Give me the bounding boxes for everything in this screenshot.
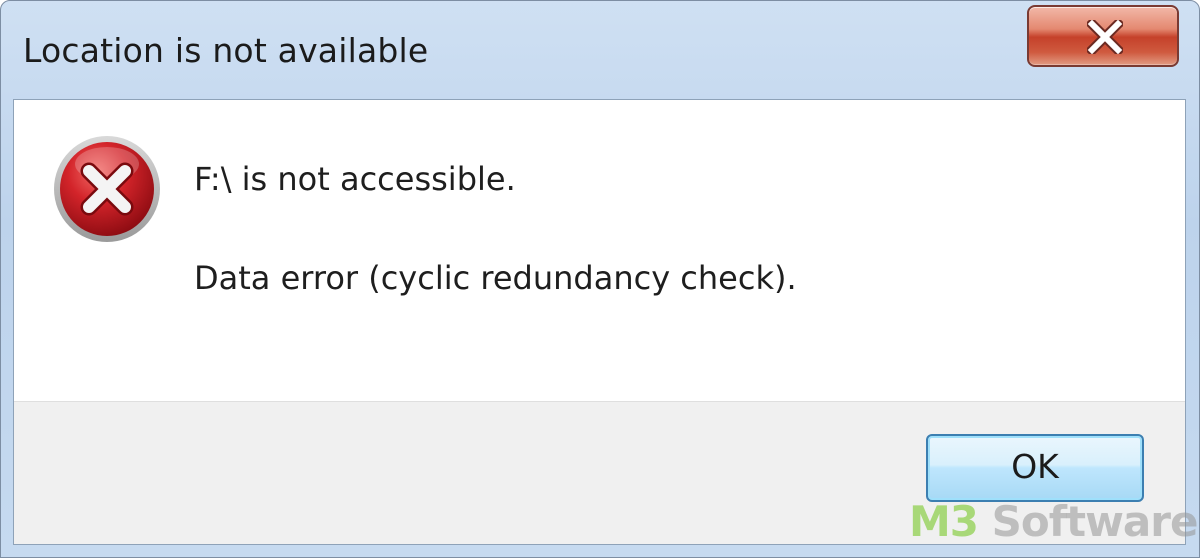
title-bar[interactable]: Location is not available [1, 1, 1199, 99]
watermark-logo: M3 Software [909, 497, 1199, 546]
close-icon [1087, 20, 1123, 54]
ok-button[interactable]: OK [926, 434, 1144, 502]
watermark-suffix: Software [991, 497, 1199, 546]
dialog-window: Location is not available F:\ is not acc… [0, 0, 1200, 558]
close-button[interactable] [1027, 5, 1179, 67]
message-area: F:\ is not accessible. Data error (cycli… [14, 100, 1185, 401]
message-detail: Data error (cyclic redundancy check). [194, 259, 797, 297]
dialog-content: F:\ is not accessible. Data error (cycli… [13, 99, 1186, 545]
watermark-prefix: M3 [909, 497, 979, 546]
message-primary: F:\ is not accessible. [194, 160, 516, 198]
error-icon [54, 136, 160, 242]
dialog-title: Location is not available [23, 31, 429, 70]
